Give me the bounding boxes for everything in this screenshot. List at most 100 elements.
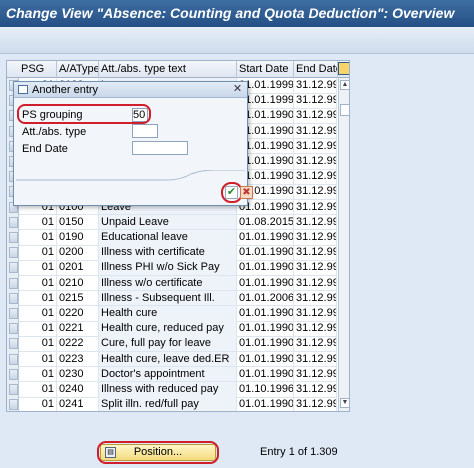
row-select-box[interactable] (9, 277, 18, 289)
cell-end-date: 31.12.9999 (294, 214, 337, 231)
cell-start-date: 01.01.1990 (237, 366, 294, 383)
cell-end-date: 31.12.9999 (294, 290, 337, 307)
table-row[interactable]: 01 0241 Split illn. red/full pay 01.01.1990… (7, 397, 337, 411)
table-row[interactable]: 01 0230 Doctor's appointment 01.01.1990 31.1… (7, 366, 337, 383)
cell-psg: 01 (19, 230, 57, 246)
table-row[interactable]: 01 0222 Cure, full pay for leave 01.01.1990… (7, 336, 337, 352)
cell-aatype: 0222 (57, 336, 99, 352)
table-row[interactable]: 01 0201 Illness PHI w/o Sick Pay 01.01.1990… (7, 260, 337, 276)
close-icon[interactable]: ✕ (232, 84, 243, 95)
cell-end-date: 31.12.9999 (294, 336, 337, 352)
cell-end-date: 31.12.9999 (294, 306, 337, 322)
cell-psg: 01 (19, 306, 57, 322)
cell-psg: 01 (19, 366, 57, 383)
cell-start-date: 01.01.1990 (237, 321, 294, 337)
cell-end-date: 31.12.9999 (294, 321, 337, 337)
table-row[interactable]: 010220Health cure01.01.199031.12.9999 (7, 306, 337, 322)
cell-aatype: 0190 (57, 230, 99, 246)
cell-end-date: 31.12.9999 (294, 199, 337, 216)
row-select-box[interactable] (9, 232, 18, 243)
cell-start-date: 01.08.2015 (237, 214, 294, 231)
att-abs-type-input[interactable] (132, 124, 158, 138)
cell-start-date: 01.01.1990 (237, 230, 294, 246)
row-select-box[interactable] (9, 308, 18, 319)
cell-aatype: 0241 (57, 397, 99, 411)
cell-end-date: 31.12.9999 (294, 184, 337, 200)
col-text[interactable]: Att./abs. type text (99, 61, 237, 78)
cell-text: Unpaid Leave (99, 214, 237, 231)
position-highlight (97, 441, 219, 464)
col-start-date[interactable]: Start Date (237, 61, 294, 78)
row-select-box[interactable] (9, 262, 18, 274)
table-row[interactable]: 01 0190 Educational leave 01.01.1990 31.12.9… (7, 230, 337, 246)
col-end-date[interactable]: End Date (294, 61, 338, 78)
table-row[interactable]: 010150Unpaid Leave01.08.201531.12.9999 (7, 214, 337, 231)
cell-psg: 01 (19, 336, 57, 352)
row-select-box[interactable] (9, 384, 18, 395)
cell-aatype: 0215 (57, 290, 99, 307)
toolbar (0, 27, 474, 54)
cell-end-date: 31.12.9999 (294, 123, 337, 140)
continue-check-icon[interactable]: ✔ (225, 186, 238, 199)
cell-end-date: 31.12.9999 (294, 154, 337, 170)
row-select-box[interactable] (9, 338, 18, 350)
cell-start-date: 01.01.1990 (237, 336, 294, 352)
table-header: PSG A/AType Att./abs. type text Start Da… (7, 61, 349, 78)
cell-text: Health cure, reduced pay (99, 321, 237, 337)
cell-end-date: 31.12.9999 (294, 138, 337, 155)
table-scrollbar[interactable]: ▲ ▼ (338, 78, 349, 411)
cell-text: Illness with reduced pay (99, 382, 237, 398)
col-aatype[interactable]: A/AType (57, 61, 99, 78)
cell-psg: 01 (19, 351, 57, 368)
end-date-input[interactable] (132, 141, 188, 155)
table-settings-icon[interactable] (338, 62, 349, 75)
table-row[interactable]: 01 0210 Illness w/o certificate 01.01.1990 3… (7, 275, 337, 292)
cell-start-date: 01.01.1990 (237, 351, 294, 368)
cell-end-date: 31.12.9999 (294, 351, 337, 368)
table-row[interactable]: 01 0200 Illness with certificate 01.01.1990… (7, 245, 337, 261)
table-row[interactable]: 01 0223 Health cure, leave ded.ER 01.01.199… (7, 351, 337, 368)
row-select-box[interactable] (9, 216, 18, 228)
scroll-down-icon[interactable]: ▼ (340, 398, 349, 408)
cell-start-date: 01.01.1990 (237, 397, 294, 411)
cell-end-date: 31.12.9999 (294, 275, 337, 292)
row-select-box[interactable] (9, 292, 18, 304)
cell-end-date: 31.12.9999 (294, 93, 337, 109)
cell-end-date: 31.12.9999 (294, 397, 337, 411)
scroll-up-icon[interactable]: ▲ (340, 80, 349, 90)
window-title: Change View "Absence: Counting and Quota… (0, 0, 474, 27)
cell-text: Cure, full pay for leave (99, 336, 237, 352)
cell-end-date: 31.12.9999 (294, 382, 337, 398)
col-psg[interactable]: PSG (19, 61, 57, 78)
cell-start-date: 01.01.1990 (237, 275, 294, 292)
cell-text: Illness - Subsequent Ill. (99, 290, 237, 307)
row-select-box[interactable] (9, 368, 18, 380)
cell-end-date: 31.12.9999 (294, 78, 337, 94)
cell-text: Health cure, leave ded.ER (99, 351, 237, 368)
cell-start-date: 01.01.1990 (237, 306, 294, 322)
row-select-box[interactable] (9, 399, 18, 411)
cancel-x-icon[interactable]: ✖ (240, 186, 253, 199)
cell-end-date: 31.12.9999 (294, 260, 337, 276)
cell-psg: 01 (19, 214, 57, 231)
cell-text: Health cure (99, 306, 237, 322)
cell-psg: 01 (19, 275, 57, 292)
cell-psg: 01 (19, 290, 57, 307)
table-row[interactable]: 01 0221 Health cure, reduced pay 01.01.1990… (7, 321, 337, 337)
ps-grouping-highlight (17, 104, 151, 124)
cell-aatype: 0230 (57, 366, 99, 383)
scroll-thumb[interactable] (340, 104, 349, 116)
dialog-window-icon (18, 85, 28, 94)
cell-start-date: 01.01.1990 (237, 260, 294, 276)
cell-psg: 01 (19, 245, 57, 261)
cell-psg: 01 (19, 382, 57, 398)
cell-aatype: 0150 (57, 214, 99, 231)
cell-psg: 01 (19, 321, 57, 337)
row-select-box[interactable] (9, 353, 18, 365)
row-select-box[interactable] (9, 323, 18, 335)
table-row[interactable]: 01 0240 Illness with reduced pay 01.10.1996… (7, 382, 337, 398)
cell-start-date: 01.10.1996 (237, 382, 294, 398)
cell-text: Illness w/o certificate (99, 275, 237, 292)
row-select-box[interactable] (9, 247, 18, 259)
table-row[interactable]: 01 0215 Illness - Subsequent Ill. 01.01.200… (7, 290, 337, 307)
